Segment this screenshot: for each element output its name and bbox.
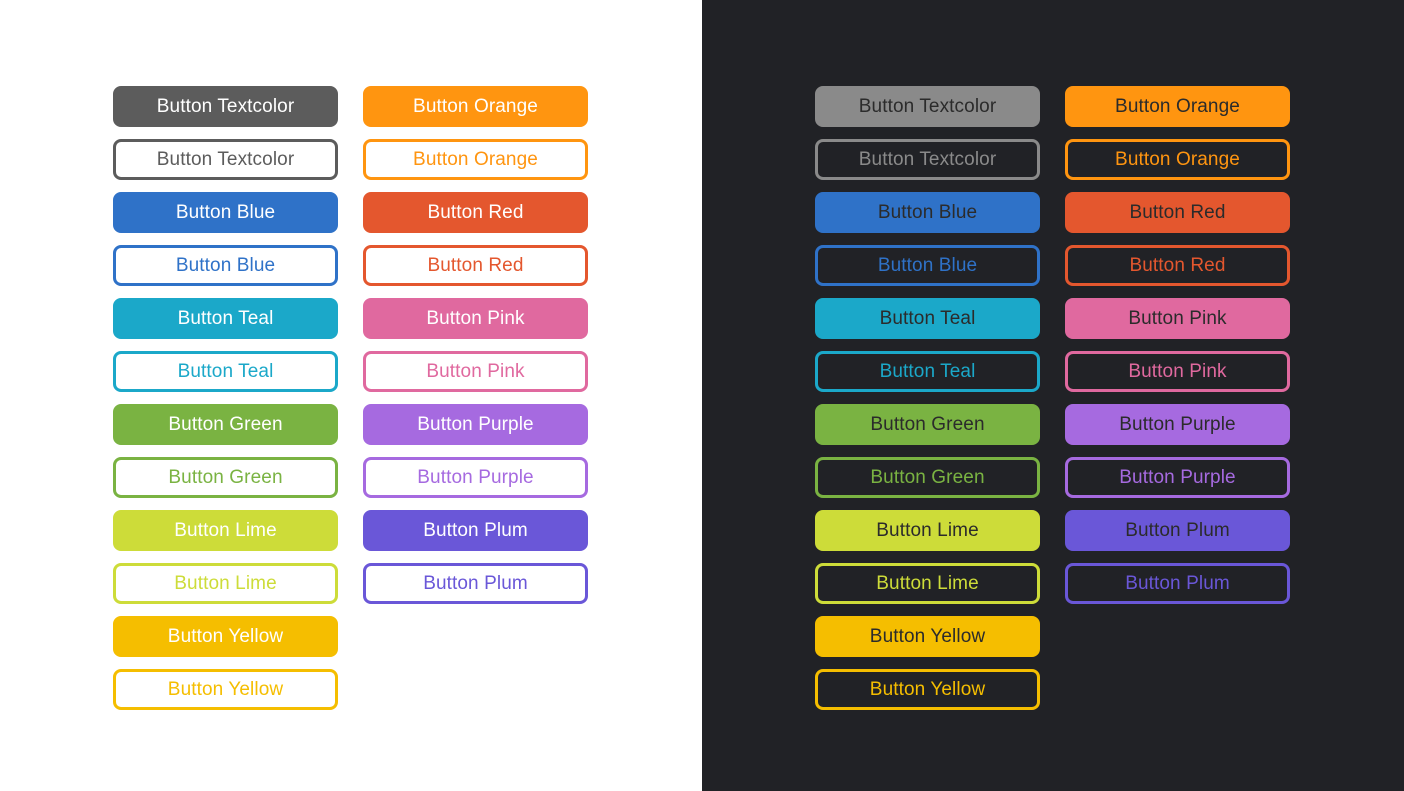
light-lime-outline-button[interactable]: Button Lime — [113, 563, 338, 604]
dark-teal-solid-button[interactable]: Button Teal — [815, 298, 1040, 339]
dark-purple-solid-button[interactable]: Button Purple — [1065, 404, 1290, 445]
light-purple-outline-button[interactable]: Button Purple — [363, 457, 588, 498]
light-red-solid-button[interactable]: Button Red — [363, 192, 588, 233]
light-pink-solid-button[interactable]: Button Pink — [363, 298, 588, 339]
light-blue-outline-button[interactable]: Button Blue — [113, 245, 338, 286]
dark-orange-outline-button[interactable]: Button Orange — [1065, 139, 1290, 180]
dark-blue-solid-button[interactable]: Button Blue — [815, 192, 1040, 233]
light-plum-solid-button[interactable]: Button Plum — [363, 510, 588, 551]
dark-green-outline-button[interactable]: Button Green — [815, 457, 1040, 498]
light-yellow-solid-button[interactable]: Button Yellow — [113, 616, 338, 657]
dark-pink-solid-button[interactable]: Button Pink — [1065, 298, 1290, 339]
dark-blue-outline-button[interactable]: Button Blue — [815, 245, 1040, 286]
light-left-button-column: Button Textcolor Button Textcolor Button B… — [113, 86, 338, 722]
dark-plum-outline-button[interactable]: Button Plum — [1065, 563, 1290, 604]
light-yellow-outline-button[interactable]: Button Yellow — [113, 669, 338, 710]
dark-textcolor-solid-button[interactable]: Button Textcolor — [815, 86, 1040, 127]
dark-red-outline-button[interactable]: Button Red — [1065, 245, 1290, 286]
dark-lime-solid-button[interactable]: Button Lime — [815, 510, 1040, 551]
dark-red-solid-button[interactable]: Button Red — [1065, 192, 1290, 233]
dark-theme-panel: Button Textcolor Button Textcolor Button B… — [702, 0, 1404, 791]
dark-right-button-column: Button Orange Button Orange Button Red Butt… — [1065, 86, 1290, 616]
light-lime-solid-button[interactable]: Button Lime — [113, 510, 338, 551]
light-textcolor-solid-button[interactable]: Button Textcolor — [113, 86, 338, 127]
light-teal-solid-button[interactable]: Button Teal — [113, 298, 338, 339]
light-orange-solid-button[interactable]: Button Orange — [363, 86, 588, 127]
light-teal-outline-button[interactable]: Button Teal — [113, 351, 338, 392]
dark-orange-solid-button[interactable]: Button Orange — [1065, 86, 1290, 127]
light-pink-outline-button[interactable]: Button Pink — [363, 351, 588, 392]
dark-pink-outline-button[interactable]: Button Pink — [1065, 351, 1290, 392]
dark-plum-solid-button[interactable]: Button Plum — [1065, 510, 1290, 551]
light-right-button-column: Button Orange Button Orange Button Red Butt… — [363, 86, 588, 616]
light-theme-panel: Button Textcolor Button Textcolor Button B… — [0, 0, 702, 791]
light-plum-outline-button[interactable]: Button Plum — [363, 563, 588, 604]
dark-yellow-outline-button[interactable]: Button Yellow — [815, 669, 1040, 710]
light-orange-outline-button[interactable]: Button Orange — [363, 139, 588, 180]
dark-textcolor-outline-button[interactable]: Button Textcolor — [815, 139, 1040, 180]
dark-teal-outline-button[interactable]: Button Teal — [815, 351, 1040, 392]
dark-left-button-column: Button Textcolor Button Textcolor Button B… — [815, 86, 1040, 722]
dark-yellow-solid-button[interactable]: Button Yellow — [815, 616, 1040, 657]
dark-purple-outline-button[interactable]: Button Purple — [1065, 457, 1290, 498]
light-green-outline-button[interactable]: Button Green — [113, 457, 338, 498]
light-red-outline-button[interactable]: Button Red — [363, 245, 588, 286]
light-purple-solid-button[interactable]: Button Purple — [363, 404, 588, 445]
dark-green-solid-button[interactable]: Button Green — [815, 404, 1040, 445]
light-green-solid-button[interactable]: Button Green — [113, 404, 338, 445]
light-blue-solid-button[interactable]: Button Blue — [113, 192, 338, 233]
dark-lime-outline-button[interactable]: Button Lime — [815, 563, 1040, 604]
light-textcolor-outline-button[interactable]: Button Textcolor — [113, 139, 338, 180]
